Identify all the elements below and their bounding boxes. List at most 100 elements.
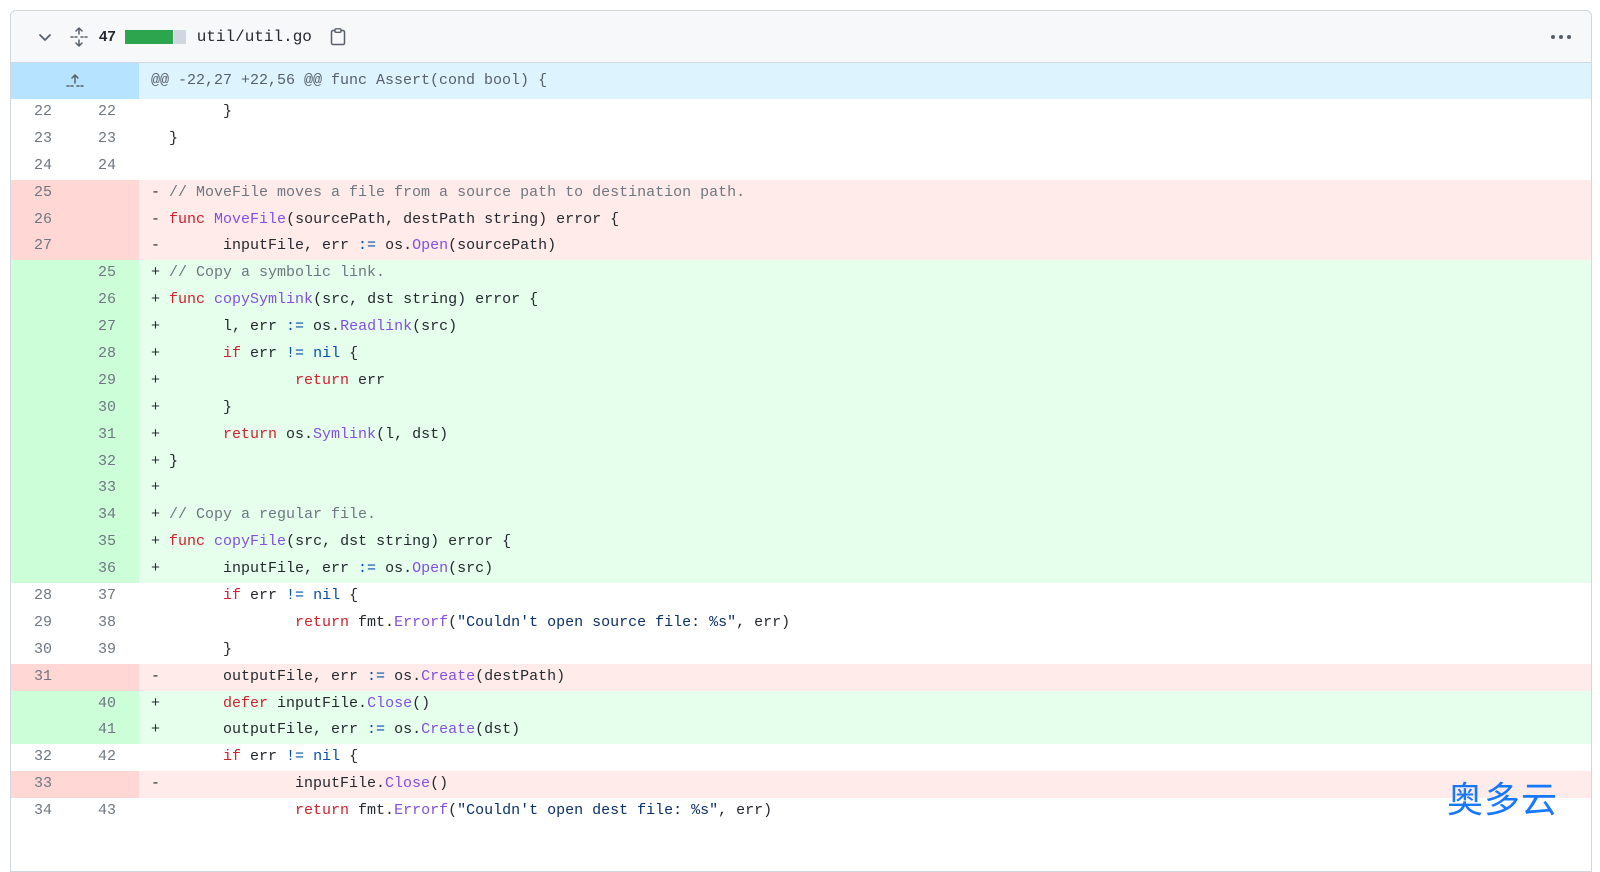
old-line-number[interactable] [11, 717, 75, 744]
file-header: 47 util/util.go [11, 11, 1591, 63]
old-line-number[interactable]: 32 [11, 744, 75, 771]
old-line-number[interactable] [11, 395, 75, 422]
new-line-number[interactable]: 33 [75, 475, 139, 502]
diff-line-code: } [139, 126, 1591, 153]
diff-line: 35+ func copyFile(src, dst string) error… [11, 529, 1591, 556]
diff-line: 28+ if err != nil { [11, 341, 1591, 368]
diff-file-container: 47 util/util.go @@ -22,27 +22,56 @@ func… [10, 10, 1592, 872]
new-line-number[interactable] [75, 771, 139, 798]
old-line-number[interactable]: 31 [11, 664, 75, 691]
old-line-number[interactable]: 22 [11, 99, 75, 126]
new-line-number[interactable]: 24 [75, 153, 139, 180]
copy-icon[interactable] [328, 26, 348, 48]
new-line-number[interactable]: 37 [75, 583, 139, 610]
old-line-number[interactable] [11, 260, 75, 287]
diff-line: 40+ defer inputFile.Close() [11, 691, 1591, 718]
diff-line: 25+ // Copy a symbolic link. [11, 260, 1591, 287]
old-line-number[interactable] [11, 556, 75, 583]
old-line-number[interactable]: 23 [11, 126, 75, 153]
diff-body: 2222 }2323 }242425- // MoveFile moves a … [11, 99, 1591, 825]
new-line-number[interactable]: 27 [75, 314, 139, 341]
diff-line: 33 - inputFile.Close() [11, 771, 1591, 798]
new-line-number[interactable]: 32 [75, 449, 139, 476]
new-line-number[interactable]: 36 [75, 556, 139, 583]
diff-line-code: } [139, 99, 1591, 126]
old-line-number[interactable] [11, 475, 75, 502]
diff-line: 41+ outputFile, err := os.Create(dst) [11, 717, 1591, 744]
new-line-number[interactable]: 34 [75, 502, 139, 529]
old-line-number[interactable] [11, 449, 75, 476]
diff-line-code: - inputFile, err := os.Open(sourcePath) [139, 233, 1591, 260]
old-line-number[interactable]: 28 [11, 583, 75, 610]
file-name[interactable]: util/util.go [197, 28, 312, 46]
diff-line-code: + defer inputFile.Close() [139, 691, 1591, 718]
diff-line-code: + if err != nil { [139, 341, 1591, 368]
fold-up-icon[interactable] [11, 63, 139, 99]
new-line-number[interactable]: 25 [75, 260, 139, 287]
diff-line-code: if err != nil { [139, 583, 1591, 610]
diff-line: 29+ return err [11, 368, 1591, 395]
new-line-number[interactable]: 38 [75, 610, 139, 637]
new-line-number[interactable] [75, 207, 139, 234]
diffstat-bar [125, 30, 187, 44]
new-line-number[interactable]: 28 [75, 341, 139, 368]
unfold-icon[interactable] [67, 25, 91, 49]
new-line-number[interactable]: 23 [75, 126, 139, 153]
new-line-number[interactable] [75, 664, 139, 691]
hunk-header: @@ -22,27 +22,56 @@ func Assert(cond boo… [11, 63, 1591, 99]
old-line-number[interactable] [11, 691, 75, 718]
diff-line: 2938 return fmt.Errorf("Couldn't open so… [11, 610, 1591, 637]
old-line-number[interactable] [11, 287, 75, 314]
new-line-number[interactable]: 29 [75, 368, 139, 395]
old-line-number[interactable] [11, 368, 75, 395]
diff-line: 31- outputFile, err := os.Create(destPat… [11, 664, 1591, 691]
new-line-number[interactable]: 35 [75, 529, 139, 556]
old-line-number[interactable] [11, 502, 75, 529]
old-line-number[interactable]: 26 [11, 207, 75, 234]
old-line-number[interactable]: 29 [11, 610, 75, 637]
diff-line-code: + } [139, 395, 1591, 422]
new-line-number[interactable]: 22 [75, 99, 139, 126]
old-line-number[interactable]: 34 [11, 798, 75, 825]
new-line-number[interactable]: 42 [75, 744, 139, 771]
diff-line: 2837 if err != nil { [11, 583, 1591, 610]
diff-line: 33+ [11, 475, 1591, 502]
diff-line-code: - // MoveFile moves a file from a source… [139, 180, 1591, 207]
diff-line: 32+ } [11, 449, 1591, 476]
old-line-number[interactable]: 27 [11, 233, 75, 260]
diff-line: 3039 } [11, 637, 1591, 664]
diff-line: 3242 if err != nil { [11, 744, 1591, 771]
new-line-number[interactable]: 40 [75, 691, 139, 718]
old-line-number[interactable]: 24 [11, 153, 75, 180]
new-line-number[interactable]: 41 [75, 717, 139, 744]
diff-line: 25 - // MoveFile moves a file from a sour… [11, 180, 1591, 207]
old-line-number[interactable]: 30 [11, 637, 75, 664]
old-line-number[interactable] [11, 314, 75, 341]
diff-line-code: if err != nil { [139, 744, 1591, 771]
diff-line-code: - inputFile.Close() [139, 771, 1591, 798]
old-line-number[interactable] [11, 341, 75, 368]
new-line-number[interactable]: 31 [75, 422, 139, 449]
new-line-number[interactable] [75, 180, 139, 207]
diffstat-neutral [174, 30, 186, 44]
old-line-number[interactable]: 33 [11, 771, 75, 798]
diff-line-code: + // Copy a regular file. [139, 502, 1591, 529]
new-line-number[interactable] [75, 233, 139, 260]
diff-line-code: + return os.Symlink(l, dst) [139, 422, 1591, 449]
diff-line: 30+ } [11, 395, 1591, 422]
diff-line-code: + l, err := os.Readlink(src) [139, 314, 1591, 341]
diff-line: 31+ return os.Symlink(l, dst) [11, 422, 1591, 449]
kebab-horizontal-icon[interactable] [1547, 25, 1575, 49]
old-line-number[interactable] [11, 422, 75, 449]
new-line-number[interactable]: 30 [75, 395, 139, 422]
old-line-number[interactable] [11, 529, 75, 556]
old-line-number[interactable]: 25 [11, 180, 75, 207]
new-line-number[interactable]: 39 [75, 637, 139, 664]
new-line-number[interactable]: 26 [75, 287, 139, 314]
diff-line: 2222 } [11, 99, 1591, 126]
diff-line-code: + inputFile, err := os.Open(src) [139, 556, 1591, 583]
new-line-number[interactable]: 43 [75, 798, 139, 825]
diff-line-code: - func MoveFile(sourcePath, destPath str… [139, 207, 1591, 234]
diff-line: 27 - inputFile, err := os.Open(sourcePath… [11, 233, 1591, 260]
chevron-down-icon[interactable] [33, 25, 57, 49]
